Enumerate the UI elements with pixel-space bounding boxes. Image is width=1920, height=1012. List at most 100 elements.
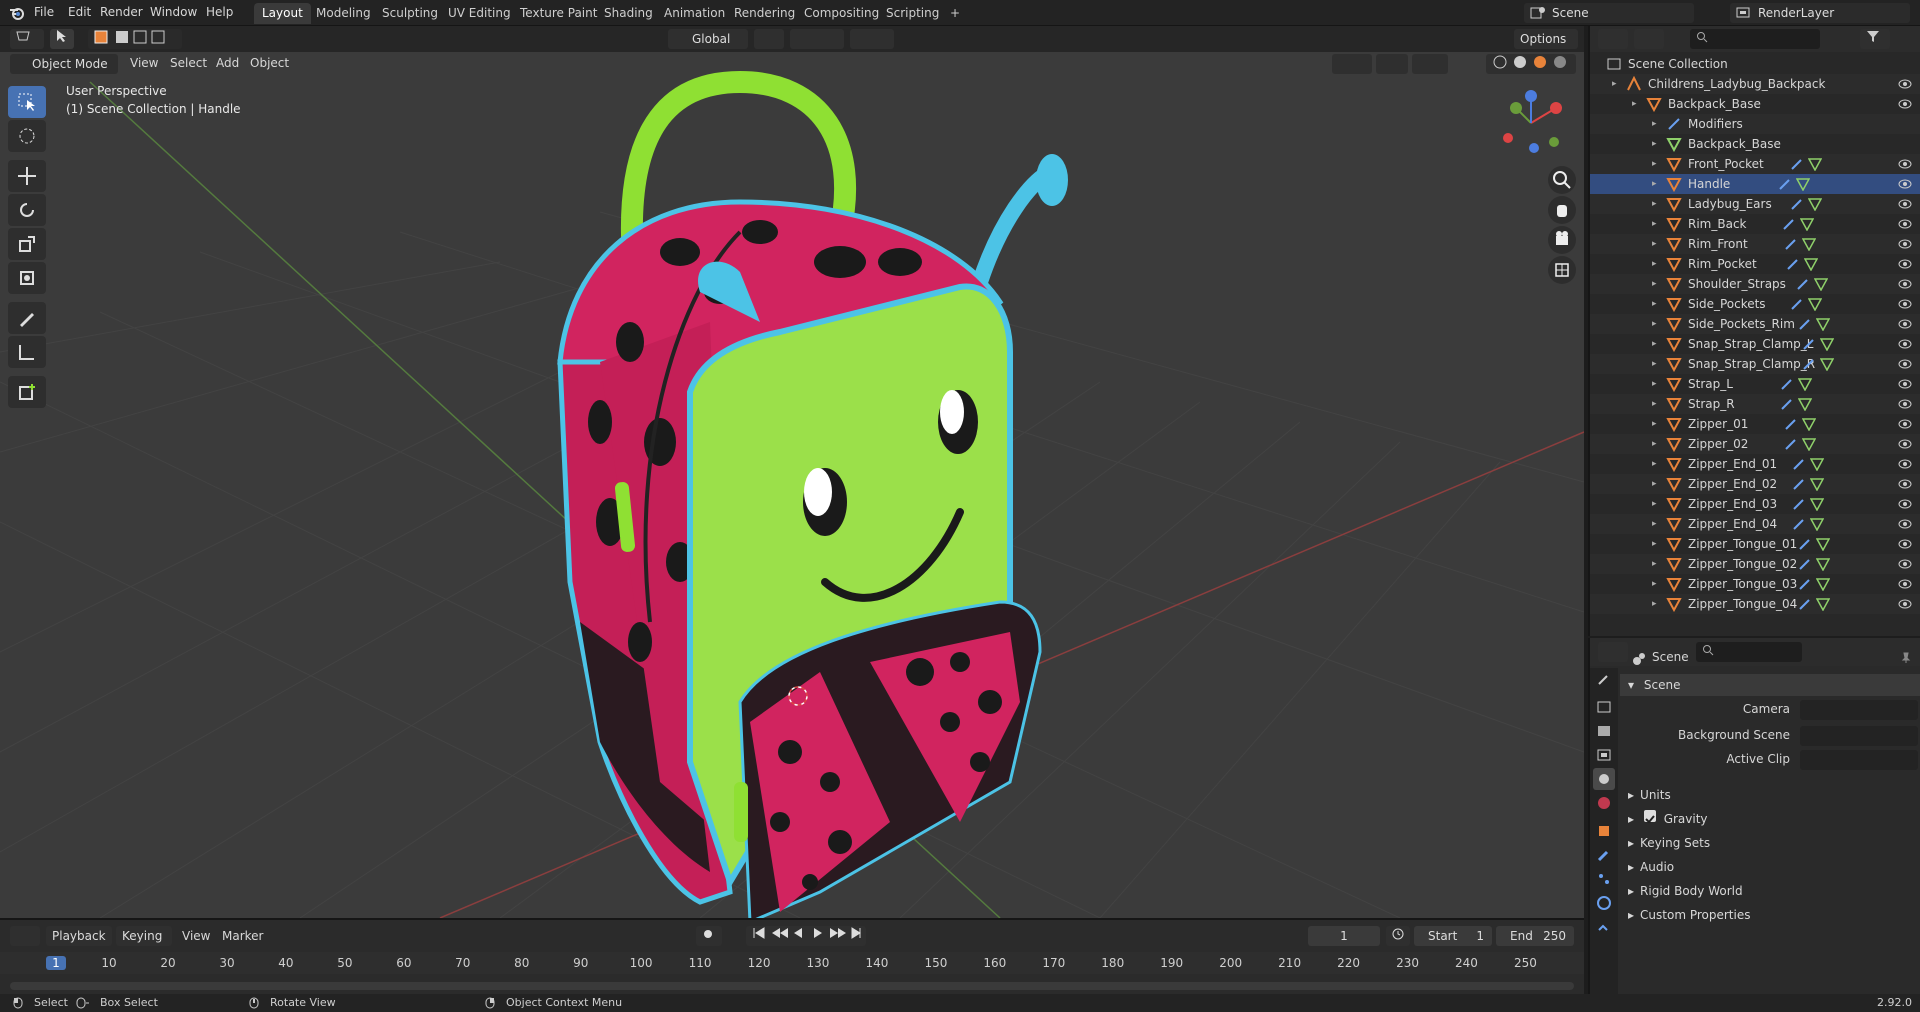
keying-sets-panel[interactable]: ▸ Keying Sets bbox=[1620, 832, 1920, 854]
mesh-data-icon[interactable] bbox=[1816, 557, 1830, 571]
modifier-wrench-icon[interactable] bbox=[1798, 557, 1812, 571]
menu-render[interactable]: Render bbox=[100, 5, 143, 19]
outliner-row[interactable]: ▸ Backpack_Base bbox=[1590, 134, 1920, 154]
expand-arrow-icon[interactable]: ▸ bbox=[1652, 394, 1657, 414]
outliner-row[interactable]: ▸ Handle bbox=[1590, 174, 1920, 194]
expand-arrow-icon[interactable]: ▸ bbox=[1652, 514, 1657, 534]
mesh-data-icon[interactable] bbox=[1800, 217, 1814, 231]
timeline-view-menu[interactable]: View bbox=[182, 929, 210, 943]
expand-arrow-icon[interactable]: ▸ bbox=[1652, 454, 1657, 474]
selection-mode-group[interactable] bbox=[88, 29, 182, 49]
mesh-data-icon[interactable] bbox=[1796, 177, 1810, 191]
start-frame-field[interactable]: Start 1 bbox=[1414, 926, 1492, 946]
modifier-wrench-icon[interactable] bbox=[1786, 257, 1800, 271]
gizmo-toggle[interactable] bbox=[1376, 54, 1408, 74]
tab-object[interactable] bbox=[1593, 820, 1615, 842]
tab-modifiers[interactable] bbox=[1593, 844, 1615, 866]
expand-arrow-icon[interactable]: ▸ bbox=[1632, 94, 1637, 114]
current-frame-field[interactable]: 1 bbox=[1308, 926, 1380, 946]
outliner-row[interactable]: ▸ Rim_Back bbox=[1590, 214, 1920, 234]
transform-orientation-dropdown[interactable]: Global bbox=[668, 29, 748, 49]
expand-arrow-icon[interactable]: ▸ bbox=[1652, 354, 1657, 374]
menu-select[interactable]: Select bbox=[170, 56, 207, 70]
eye-icon[interactable] bbox=[1898, 437, 1912, 451]
eye-icon[interactable] bbox=[1898, 177, 1912, 191]
outliner-row[interactable]: ▸ Snap_Strap_Clamp_R bbox=[1590, 354, 1920, 374]
outliner-row[interactable]: ▸ Rim_Front bbox=[1590, 234, 1920, 254]
properties-editor-type[interactable] bbox=[1598, 642, 1628, 662]
expand-arrow-icon[interactable]: ▸ bbox=[1652, 174, 1657, 194]
modifier-wrench-icon[interactable] bbox=[1784, 417, 1798, 431]
outliner-search-input[interactable] bbox=[1690, 29, 1820, 49]
expand-arrow-icon[interactable]: ▸ bbox=[1652, 214, 1657, 234]
object-mode-dropdown[interactable]: Object Mode bbox=[10, 54, 118, 74]
outliner-editor-type[interactable] bbox=[1598, 29, 1628, 49]
outliner-row[interactable]: ▸ Front_Pocket bbox=[1590, 154, 1920, 174]
menu-window[interactable]: Window bbox=[150, 5, 197, 19]
expand-arrow-icon[interactable]: ▸ bbox=[1652, 374, 1657, 394]
expand-arrow-icon[interactable]: ▸ bbox=[1652, 574, 1657, 594]
outliner-row[interactable]: ▸ Zipper_Tongue_02 bbox=[1590, 554, 1920, 574]
outliner-row[interactable]: ▸ Childrens_Ladybug_Backpack bbox=[1590, 74, 1920, 94]
modifier-wrench-icon[interactable] bbox=[1780, 377, 1794, 391]
camera-view-button[interactable] bbox=[1548, 226, 1576, 254]
expand-arrow-icon[interactable]: ▸ bbox=[1652, 234, 1657, 254]
menu-file[interactable]: File bbox=[34, 5, 54, 19]
tab-scene[interactable] bbox=[1593, 768, 1615, 790]
mesh-data-icon[interactable] bbox=[1820, 357, 1834, 371]
custom-properties-panel[interactable]: ▸ Custom Properties bbox=[1620, 904, 1920, 926]
eye-icon[interactable] bbox=[1898, 517, 1912, 531]
eye-icon[interactable] bbox=[1898, 537, 1912, 551]
modifier-wrench-icon[interactable] bbox=[1802, 357, 1816, 371]
eye-icon[interactable] bbox=[1898, 317, 1912, 331]
tab-physics[interactable] bbox=[1593, 892, 1615, 914]
expand-arrow-icon[interactable]: ▸ bbox=[1652, 254, 1657, 274]
expand-arrow-icon[interactable]: ▸ bbox=[1652, 594, 1657, 614]
mesh-data-icon[interactable] bbox=[1814, 277, 1828, 291]
mesh-data-icon[interactable] bbox=[1802, 417, 1816, 431]
gravity-panel[interactable]: ▸ Gravity bbox=[1620, 808, 1920, 830]
tab-output[interactable] bbox=[1593, 720, 1615, 742]
eye-icon[interactable] bbox=[1898, 497, 1912, 511]
select-tool-button[interactable] bbox=[50, 29, 74, 49]
eye-icon[interactable] bbox=[1898, 557, 1912, 571]
expand-arrow-icon[interactable]: ▸ bbox=[1652, 474, 1657, 494]
editor-type-button[interactable] bbox=[10, 29, 44, 49]
menu-view[interactable]: View bbox=[130, 56, 158, 70]
add-workspace-button[interactable]: + bbox=[942, 3, 968, 24]
snapping-toggle[interactable] bbox=[790, 29, 844, 49]
mesh-data-icon[interactable] bbox=[1798, 397, 1812, 411]
modifier-wrench-icon[interactable] bbox=[1796, 277, 1810, 291]
select-box-tool[interactable] bbox=[8, 86, 46, 118]
expand-arrow-icon[interactable]: ▸ bbox=[1652, 334, 1657, 354]
outliner-row[interactable]: ▸ Side_Pockets bbox=[1590, 294, 1920, 314]
ladybug-backpack-model[interactable] bbox=[540, 62, 1080, 918]
eye-icon[interactable] bbox=[1898, 257, 1912, 271]
tab-modeling[interactable]: Modeling bbox=[308, 3, 379, 24]
modifier-wrench-icon[interactable] bbox=[1792, 517, 1806, 531]
keying-menu[interactable]: Keying bbox=[116, 926, 172, 946]
navigation-gizmo[interactable] bbox=[1496, 88, 1566, 158]
outliner-row[interactable]: ▸ Strap_L bbox=[1590, 374, 1920, 394]
outliner-row[interactable]: ▸ Zipper_End_02 bbox=[1590, 474, 1920, 494]
menu-add[interactable]: Add bbox=[216, 56, 239, 70]
outliner-row[interactable]: ▸ Zipper_01 bbox=[1590, 414, 1920, 434]
eye-icon[interactable] bbox=[1898, 597, 1912, 611]
tab-compositing[interactable]: Compositing bbox=[796, 3, 887, 24]
outliner-row[interactable]: ▸ Zipper_02 bbox=[1590, 434, 1920, 454]
mesh-data-icon[interactable] bbox=[1810, 477, 1824, 491]
expand-arrow-icon[interactable]: ▸ bbox=[1652, 414, 1657, 434]
expand-arrow-icon[interactable]: ▸ bbox=[1652, 554, 1657, 574]
preview-range-toggle[interactable] bbox=[1386, 926, 1410, 946]
playback-controls[interactable] bbox=[746, 926, 866, 946]
tab-particles[interactable] bbox=[1593, 868, 1615, 890]
menu-object[interactable]: Object bbox=[250, 56, 289, 70]
visibility-dropdown[interactable] bbox=[1332, 54, 1372, 74]
tab-animation[interactable]: Animation bbox=[656, 3, 733, 24]
tab-world[interactable] bbox=[1593, 792, 1615, 814]
expand-arrow-icon[interactable]: ▸ bbox=[1652, 294, 1657, 314]
camera-field[interactable] bbox=[1800, 700, 1918, 720]
modifier-wrench-icon[interactable] bbox=[1790, 297, 1804, 311]
pin-icon[interactable] bbox=[1900, 652, 1912, 664]
outliner-display-mode[interactable] bbox=[1634, 29, 1664, 49]
